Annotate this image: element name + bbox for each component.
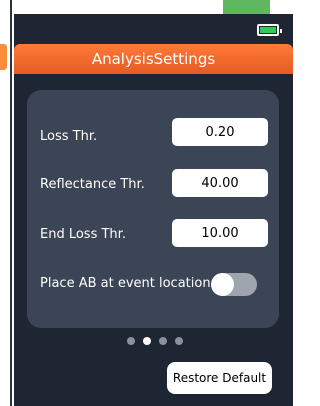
page-dot-1[interactable] [127,337,135,345]
page-dot-2[interactable] [143,337,151,345]
restore-default-button[interactable]: Restore Default [167,362,272,394]
loss-threshold-label: Loss Thr. [40,129,98,144]
end-loss-threshold-label: End Loss Thr. [40,227,126,242]
end-loss-threshold-input[interactable]: 10.00 [172,219,268,247]
left-accent-tab [0,44,7,70]
page-indicator [127,337,183,345]
device-screen: AnalysisSettings Loss Thr. 0.20 Reflecta… [14,14,293,406]
battery-icon [257,24,282,36]
left-divider [10,0,12,406]
title-bar: AnalysisSettings [14,44,293,74]
toggle-switch-icon [211,273,234,296]
page-dot-3[interactable] [159,337,167,345]
top-green-strip [223,0,270,14]
place-ab-label: Place AB at event location [40,276,211,291]
battery-fill [260,27,276,33]
page-dot-4[interactable] [175,337,183,345]
page-title: AnalysisSettings [91,50,216,68]
place-ab-toggle[interactable] [211,273,257,296]
loss-threshold-input[interactable]: 0.20 [172,118,268,146]
settings-panel: Loss Thr. 0.20 Reflectance Thr. 40.00 En… [27,90,279,328]
status-bar [14,14,293,44]
reflectance-threshold-input[interactable]: 40.00 [172,169,268,197]
reflectance-threshold-label: Reflectance Thr. [40,177,145,192]
battery-tip [280,29,282,33]
